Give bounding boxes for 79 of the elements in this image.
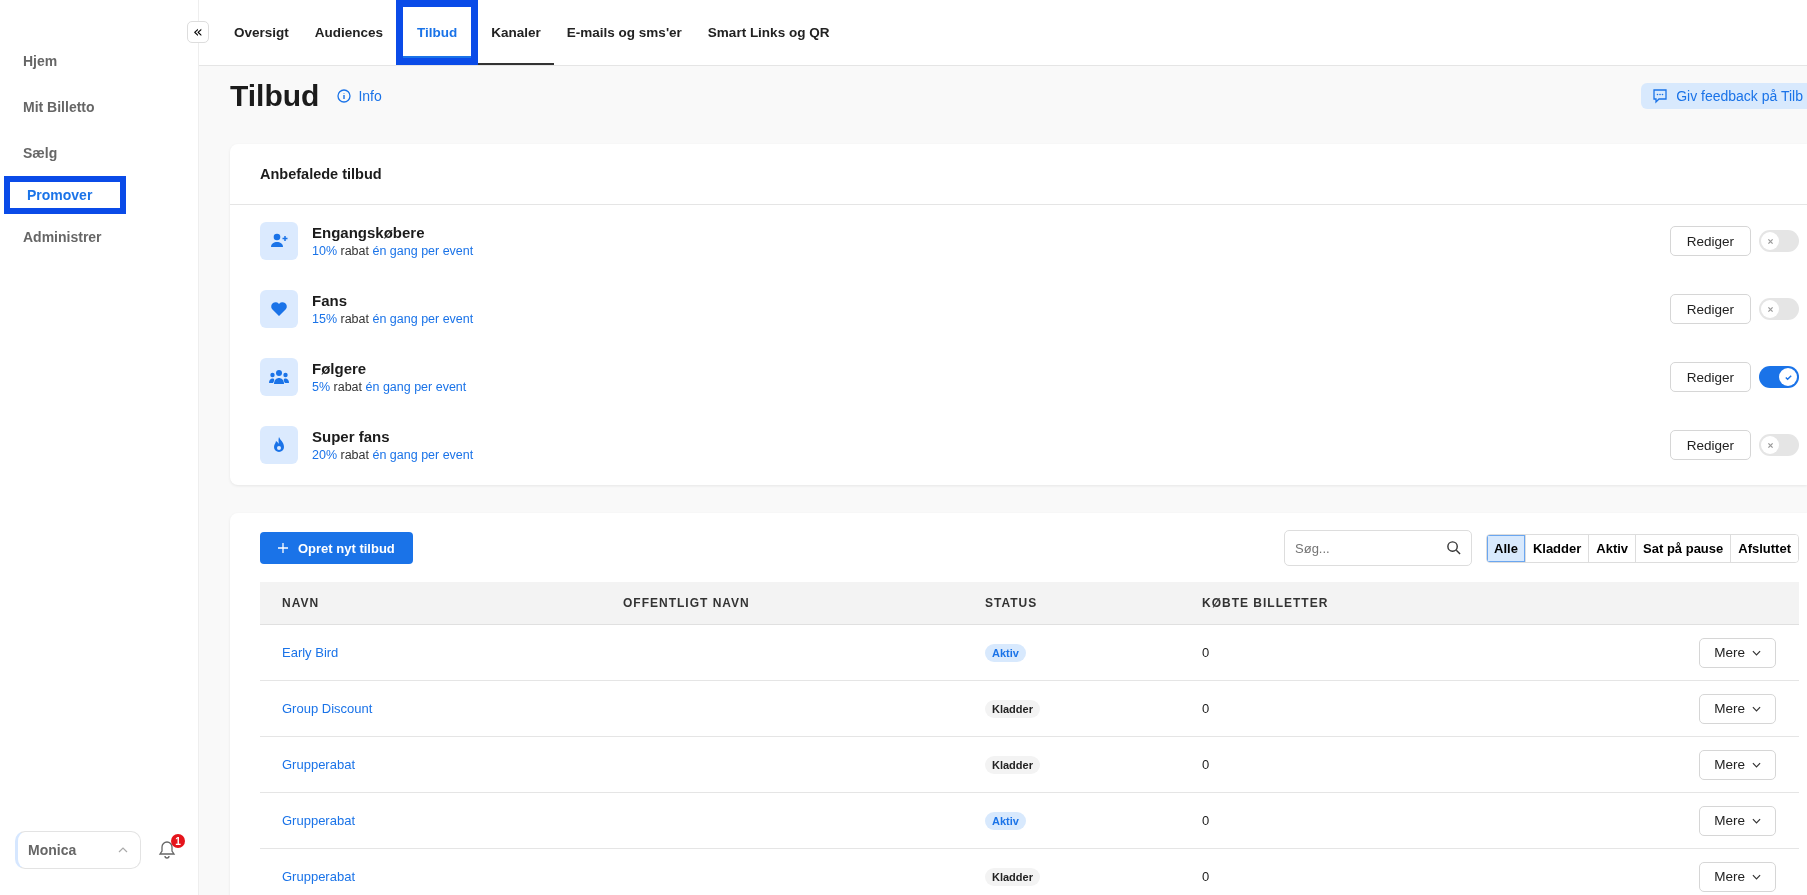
- sidebar-item[interactable]: Administrer: [0, 218, 198, 256]
- x-icon: [1766, 305, 1774, 313]
- offer-name: Fans: [312, 292, 348, 309]
- tab[interactable]: Smart Links og QR: [694, 0, 843, 65]
- offer-link[interactable]: Grupperabat: [282, 813, 355, 828]
- chevron-down-icon: [1752, 649, 1761, 656]
- chat-bubble-icon: [1652, 88, 1669, 104]
- offer-link[interactable]: Grupperabat: [282, 757, 355, 772]
- tab[interactable]: Kanaler: [478, 0, 554, 65]
- tab[interactable]: Oversigt: [221, 0, 302, 65]
- info-link[interactable]: Info: [337, 88, 382, 104]
- notification-badge: 1: [171, 834, 185, 848]
- x-icon: [1766, 441, 1774, 449]
- more-button[interactable]: Mere: [1699, 805, 1776, 836]
- filter-tab[interactable]: Afsluttet: [1730, 534, 1798, 562]
- offer-name: Super fans: [312, 428, 391, 445]
- status-badge: Aktiv: [985, 812, 1026, 830]
- plus-icon: [278, 543, 288, 553]
- tab[interactable]: Tilbud: [396, 0, 479, 65]
- heart-icon: [269, 299, 289, 319]
- edit-button[interactable]: Rediger: [1669, 430, 1751, 460]
- offer-description: 15% rabat én gang per event: [312, 312, 475, 326]
- toggle-switch[interactable]: [1759, 366, 1799, 388]
- sidebar-item[interactable]: Sælg: [0, 134, 198, 172]
- tab[interactable]: E-mails og sms'er: [553, 0, 695, 65]
- toggle-switch[interactable]: [1759, 298, 1799, 320]
- more-button[interactable]: Mere: [1699, 861, 1776, 892]
- edit-button[interactable]: Rediger: [1669, 362, 1751, 392]
- column-header: OFFENTLIGT NAVN: [623, 596, 751, 610]
- collapse-sidebar-button[interactable]: «: [187, 21, 209, 43]
- offer-name: Engangskøbere: [312, 224, 426, 241]
- x-icon: [1766, 237, 1774, 245]
- sidebar-item[interactable]: Mit Billetto: [0, 88, 198, 126]
- offer-description: 20% rabat én gang per event: [312, 448, 475, 462]
- chevron-up-icon: [118, 847, 128, 853]
- check-icon: [1783, 372, 1793, 382]
- sidebar-item[interactable]: Hjem: [0, 42, 198, 80]
- toggle-switch[interactable]: [1759, 230, 1799, 252]
- page-title: Tilbud: [230, 79, 320, 113]
- status-badge: Kladder: [985, 756, 1040, 774]
- offer-name: Følgere: [312, 360, 368, 377]
- column-header: STATUS: [985, 596, 1039, 610]
- offer-link[interactable]: Group Discount: [282, 701, 373, 716]
- table-cell: 0: [1202, 813, 1210, 828]
- search-field[interactable]: Søg...: [1284, 530, 1473, 566]
- more-button[interactable]: Mere: [1699, 693, 1776, 724]
- filter-tab[interactable]: Alle: [1487, 534, 1525, 562]
- card-title: Anbefalede tilbud: [230, 144, 1807, 205]
- chevron-down-icon: [1752, 705, 1761, 712]
- user-menu-button[interactable]: Monica: [15, 831, 141, 869]
- edit-button[interactable]: Rediger: [1669, 226, 1751, 256]
- create-offer-button[interactable]: Opret nyt tilbud: [260, 532, 413, 564]
- status-badge: Kladder: [985, 868, 1040, 886]
- column-header: KØBTE BILLETTER: [1202, 596, 1330, 610]
- tab[interactable]: Audiences: [301, 0, 397, 65]
- sidebar-item[interactable]: Promover: [4, 176, 126, 214]
- more-button[interactable]: Mere: [1699, 637, 1776, 668]
- chevron-down-icon: [1752, 873, 1761, 880]
- edit-button[interactable]: Rediger: [1669, 294, 1751, 324]
- table-cell: 0: [1202, 701, 1210, 716]
- bell-icon[interactable]: [157, 840, 177, 860]
- table-cell: 0: [1202, 757, 1210, 772]
- table-cell: 0: [1202, 869, 1210, 884]
- column-header: NAVN: [281, 596, 321, 610]
- offer-link[interactable]: Early Bird: [282, 645, 339, 660]
- feedback-button[interactable]: Giv feedback på Tilb: [1641, 83, 1807, 109]
- people-group-icon: [268, 368, 290, 386]
- info-icon: [337, 89, 352, 103]
- table-cell: 0: [1202, 645, 1210, 660]
- status-badge: Aktiv: [985, 644, 1026, 662]
- offer-description: 5% rabat én gang per event: [312, 380, 468, 394]
- status-badge: Kladder: [985, 700, 1040, 718]
- offer-link[interactable]: Grupperabat: [282, 869, 355, 884]
- chevron-down-icon: [1752, 817, 1761, 824]
- search-icon: [1446, 540, 1462, 555]
- more-button[interactable]: Mere: [1699, 749, 1776, 780]
- offer-description: 10% rabat én gang per event: [312, 244, 475, 258]
- toggle-switch[interactable]: [1759, 434, 1799, 456]
- chevron-down-icon: [1752, 761, 1761, 768]
